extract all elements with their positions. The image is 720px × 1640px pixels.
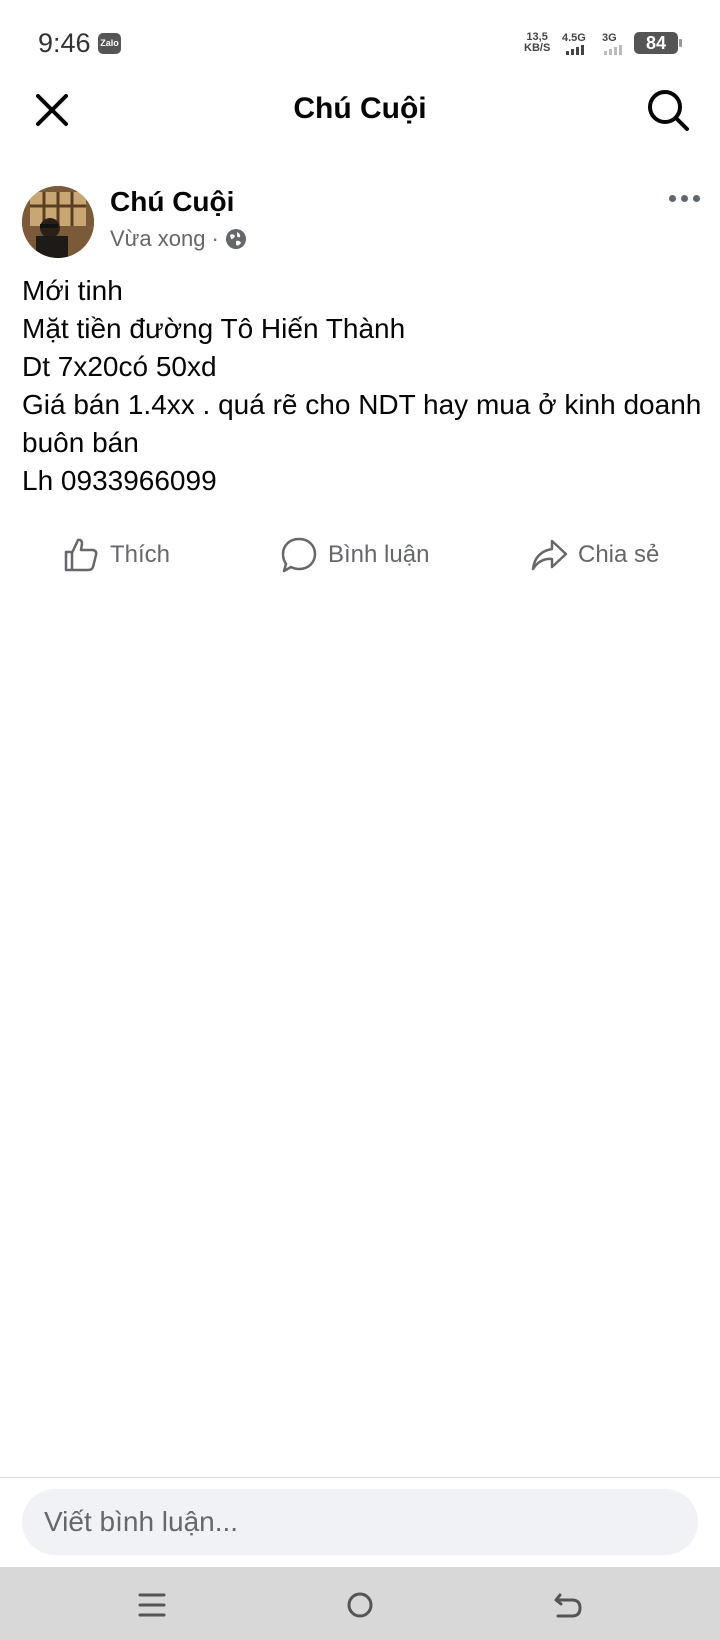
signal-1-label: 4.5G — [562, 32, 586, 44]
comment-input[interactable] — [22, 1489, 698, 1555]
globe-icon — [225, 229, 246, 249]
comment-label: Bình luận — [328, 541, 430, 568]
search-icon — [648, 90, 689, 131]
post-line: Lh 0933966099 — [22, 465, 217, 496]
status-bar: 9:46 Zalo 13,5 KB/S 4.5G 3G 84 — [0, 0, 720, 88]
home-circle-icon — [347, 1592, 373, 1618]
post-line: Giá bán 1.4xx . quá rẽ cho NDT hay mua ở… — [22, 389, 710, 458]
zalo-notification-icon: Zalo — [98, 33, 121, 54]
avatar[interactable] — [22, 186, 94, 258]
more-dot-icon — [680, 194, 688, 202]
comment-bubble-icon — [281, 537, 317, 573]
network-speed: 13,5 KB/S — [524, 32, 550, 54]
back-button[interactable] — [548, 1585, 588, 1625]
home-button[interactable] — [340, 1585, 380, 1625]
post-line: Dt 7x20có 50xd — [22, 351, 217, 382]
signal-2-label: 3G — [602, 32, 617, 44]
share-button[interactable]: Chia sẻ — [530, 530, 659, 580]
menu-lines-icon — [138, 1593, 166, 1617]
share-label: Chia sẻ — [578, 541, 660, 568]
signal-1-bars-icon — [566, 45, 584, 55]
meta-separator: · — [211, 226, 219, 251]
more-dot-icon — [668, 194, 676, 202]
post-line: Mặt tiền đường Tô Hiến Thành — [22, 313, 406, 344]
post-author-name[interactable]: Chú Cuội — [110, 186, 234, 218]
like-button[interactable]: Thích — [62, 530, 170, 580]
battery-icon — [679, 39, 682, 47]
status-time: 9:46 — [38, 28, 91, 58]
comment-button[interactable]: Bình luận — [280, 530, 429, 580]
recent-apps-button[interactable] — [132, 1585, 172, 1625]
network-speed-unit: KB/S — [524, 42, 551, 54]
share-arrow-icon — [531, 539, 568, 571]
back-arrow-icon — [554, 1593, 582, 1618]
search-button[interactable] — [644, 86, 692, 134]
page-title: Chú Cuội — [293, 92, 427, 125]
thumbs-up-icon — [64, 538, 98, 572]
battery-level: 84 — [634, 32, 678, 54]
avatar-image — [22, 186, 94, 258]
post-meta: Vừa xong · — [110, 226, 247, 252]
divider — [0, 1477, 720, 1478]
signal-2-bars-icon — [604, 45, 622, 55]
system-nav-bar — [0, 1567, 720, 1640]
more-dot-icon — [692, 194, 700, 202]
more-options-button[interactable] — [664, 186, 704, 210]
post-text: Mới tinh Mặt tiền đường Tô Hiến Thành Dt… — [22, 272, 702, 500]
post-time: Vừa xong — [110, 226, 206, 251]
like-label: Thích — [110, 541, 171, 568]
top-app-bar: Chú Cuội — [0, 78, 720, 142]
post-line: Mới tinh — [22, 275, 123, 306]
post-actions: Thích Bình luận Chia sẻ — [0, 530, 720, 580]
